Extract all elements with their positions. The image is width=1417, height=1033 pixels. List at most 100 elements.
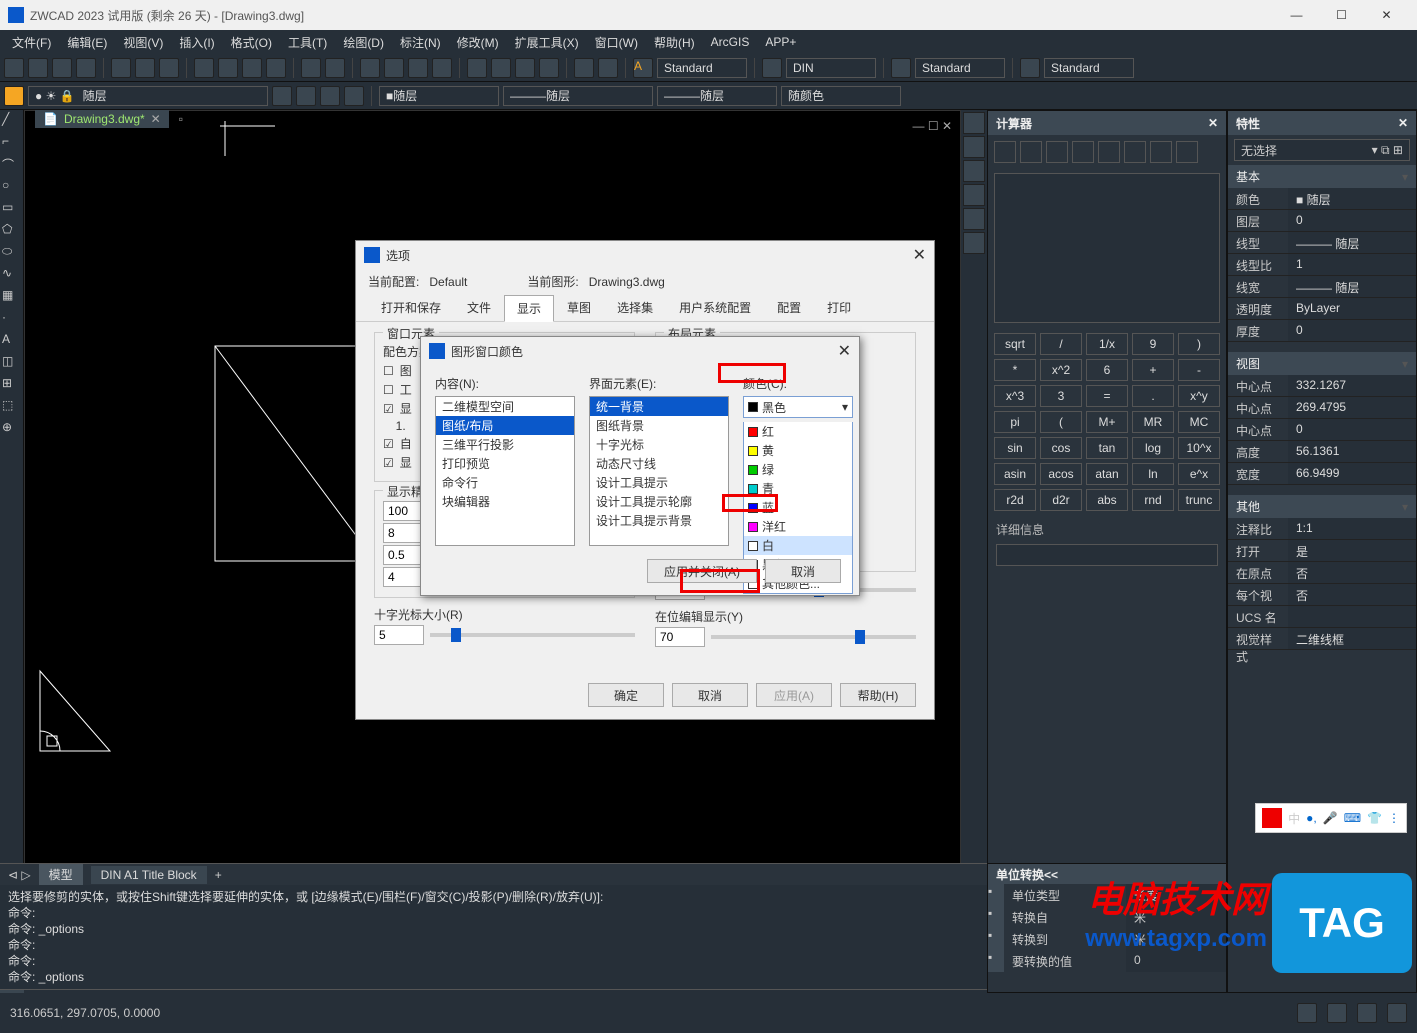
table-style-combo[interactable]: Standard: [915, 58, 1005, 78]
pan-icon[interactable]: [360, 58, 380, 78]
calc-btn[interactable]: MC: [1178, 411, 1220, 433]
menu-arcgis[interactable]: ArcGIS: [703, 33, 758, 51]
sb-ic3[interactable]: [1357, 1003, 1377, 1023]
text-icon[interactable]: A: [2, 332, 22, 352]
props-close-icon[interactable]: ✕: [1398, 116, 1408, 130]
menu-draw[interactable]: 绘图(D): [335, 32, 392, 53]
zoom-icon[interactable]: [384, 58, 404, 78]
calc-btn[interactable]: trunc: [1178, 489, 1220, 511]
unit-row[interactable]: ▪要转换的值0: [988, 950, 1226, 972]
crosshair-slider[interactable]: [451, 628, 461, 642]
calc-btn[interactable]: tan: [1086, 437, 1128, 459]
paste-icon[interactable]: [242, 58, 262, 78]
cloud-icon[interactable]: [574, 58, 594, 78]
ui-listbox[interactable]: 统一背景 图纸背景 十字光标 动态尺寸线 设计工具提示 设计工具提示轮廓 设计工…: [589, 396, 729, 546]
mls-style-icon[interactable]: [1020, 58, 1040, 78]
ime-lang[interactable]: 中: [1288, 810, 1300, 827]
new-icon[interactable]: [4, 58, 24, 78]
color-option[interactable]: 红: [744, 422, 852, 441]
minimize-button[interactable]: —: [1274, 0, 1319, 30]
table-style-icon[interactable]: [891, 58, 911, 78]
tab-model[interactable]: 模型: [39, 864, 83, 885]
close-button[interactable]: ✕: [1364, 0, 1409, 30]
menu-modify[interactable]: 修改(M): [449, 32, 507, 53]
tab-nav[interactable]: ⊲ ▷: [8, 868, 31, 882]
calc-btn[interactable]: pi: [994, 411, 1036, 433]
inplace-slider[interactable]: [855, 630, 865, 644]
calc-btn[interactable]: ln: [1132, 463, 1174, 485]
layer-tool4-icon[interactable]: [344, 86, 364, 106]
menu-edit[interactable]: 编辑(E): [59, 32, 115, 53]
calc-btn[interactable]: log: [1132, 437, 1174, 459]
calc-btn[interactable]: ): [1178, 333, 1220, 355]
table-icon[interactable]: ⊞: [2, 376, 22, 396]
tab-add[interactable]: +: [215, 868, 222, 882]
rt3-icon[interactable]: [963, 160, 985, 182]
calc-close-icon[interactable]: ✕: [1208, 116, 1218, 130]
calc-btn[interactable]: r2d: [994, 489, 1036, 511]
content-listbox[interactable]: 二维模型空间 图纸/布局 三维平行投影 打印预览 命令行 块编辑器: [435, 396, 575, 546]
region-icon[interactable]: ◫: [2, 354, 22, 374]
prop-row[interactable]: 中心点 Y269.4795: [1228, 397, 1416, 419]
ellipse-icon[interactable]: ⬭: [2, 244, 22, 264]
color-option[interactable]: 黄: [744, 441, 852, 460]
ime-menu-icon[interactable]: ⋮: [1388, 811, 1400, 825]
menu-view[interactable]: 视图(V): [115, 32, 171, 53]
calc-btn[interactable]: =: [1086, 385, 1128, 407]
point-icon[interactable]: ·: [2, 310, 22, 330]
ui-item[interactable]: 设计工具提示轮廓: [590, 492, 728, 511]
crosshair-input[interactable]: [374, 625, 424, 645]
calc-btn[interactable]: x^3: [994, 385, 1036, 407]
cut-icon[interactable]: [194, 58, 214, 78]
prop-row[interactable]: 图层0: [1228, 210, 1416, 232]
calc-btn[interactable]: x^2: [1040, 359, 1082, 381]
layer-tool2-icon[interactable]: [296, 86, 316, 106]
rt6-icon[interactable]: [963, 232, 985, 254]
rect-icon[interactable]: ▭: [2, 200, 22, 220]
ime-mic-icon[interactable]: 🎤: [1323, 811, 1338, 825]
save-icon[interactable]: [52, 58, 72, 78]
dlg1-cancel-button[interactable]: 取消: [672, 683, 748, 707]
calc-btn[interactable]: d2r: [1040, 489, 1082, 511]
prop-row[interactable]: 视觉样式二维线框: [1228, 628, 1416, 650]
arc-icon[interactable]: ⌒: [2, 156, 22, 176]
layer-mgr-icon[interactable]: [4, 86, 24, 106]
inplace-input[interactable]: [655, 627, 705, 647]
content-item[interactable]: 三维平行投影: [436, 435, 574, 454]
tab-print[interactable]: 打印: [814, 294, 864, 321]
calc-ic6[interactable]: [1124, 141, 1146, 163]
tab-display[interactable]: 显示: [504, 295, 554, 322]
pline-icon[interactable]: ⌐: [2, 134, 22, 154]
dlg2-close-icon[interactable]: ✕: [838, 341, 851, 361]
match-icon[interactable]: [266, 58, 286, 78]
viewport-controls[interactable]: — ☐ ✕: [913, 119, 952, 133]
spline-icon[interactable]: ∿: [2, 266, 22, 286]
calc-ic3[interactable]: [1046, 141, 1068, 163]
prop-row[interactable]: 线型比例1: [1228, 254, 1416, 276]
calc-btn[interactable]: sin: [994, 437, 1036, 459]
insert-icon[interactable]: ⊕: [2, 420, 22, 440]
prop-row[interactable]: 宽度66.9499: [1228, 463, 1416, 485]
text-style-combo[interactable]: Standard: [657, 58, 747, 78]
open-icon[interactable]: [28, 58, 48, 78]
ui-item[interactable]: 图纸背景: [590, 416, 728, 435]
ime-toolbar[interactable]: 中 ●, 🎤 ⌨ 👕 ⋮: [1255, 803, 1407, 833]
calc-btn[interactable]: 3: [1040, 385, 1082, 407]
print-icon[interactable]: [111, 58, 131, 78]
calc-btn[interactable]: .: [1132, 385, 1174, 407]
tab-config[interactable]: 配置: [764, 294, 814, 321]
menu-insert[interactable]: 插入(I): [171, 32, 222, 53]
prop-row[interactable]: 厚度0: [1228, 320, 1416, 342]
dc-icon[interactable]: [491, 58, 511, 78]
ui-item[interactable]: 设计工具提示: [590, 473, 728, 492]
menu-help[interactable]: 帮助(H): [646, 32, 703, 53]
calc-icon[interactable]: [539, 58, 559, 78]
lineweight-combo[interactable]: ——— 随层: [657, 86, 777, 106]
content-item-selected[interactable]: 图纸/布局: [436, 416, 574, 435]
mls-style-combo[interactable]: Standard: [1044, 58, 1134, 78]
content-item[interactable]: 块编辑器: [436, 492, 574, 511]
dlg1-ok-button[interactable]: 确定: [588, 683, 664, 707]
calc-ic5[interactable]: [1098, 141, 1120, 163]
plotstyle-combo[interactable]: 随颜色: [781, 86, 901, 106]
preview-icon[interactable]: [135, 58, 155, 78]
